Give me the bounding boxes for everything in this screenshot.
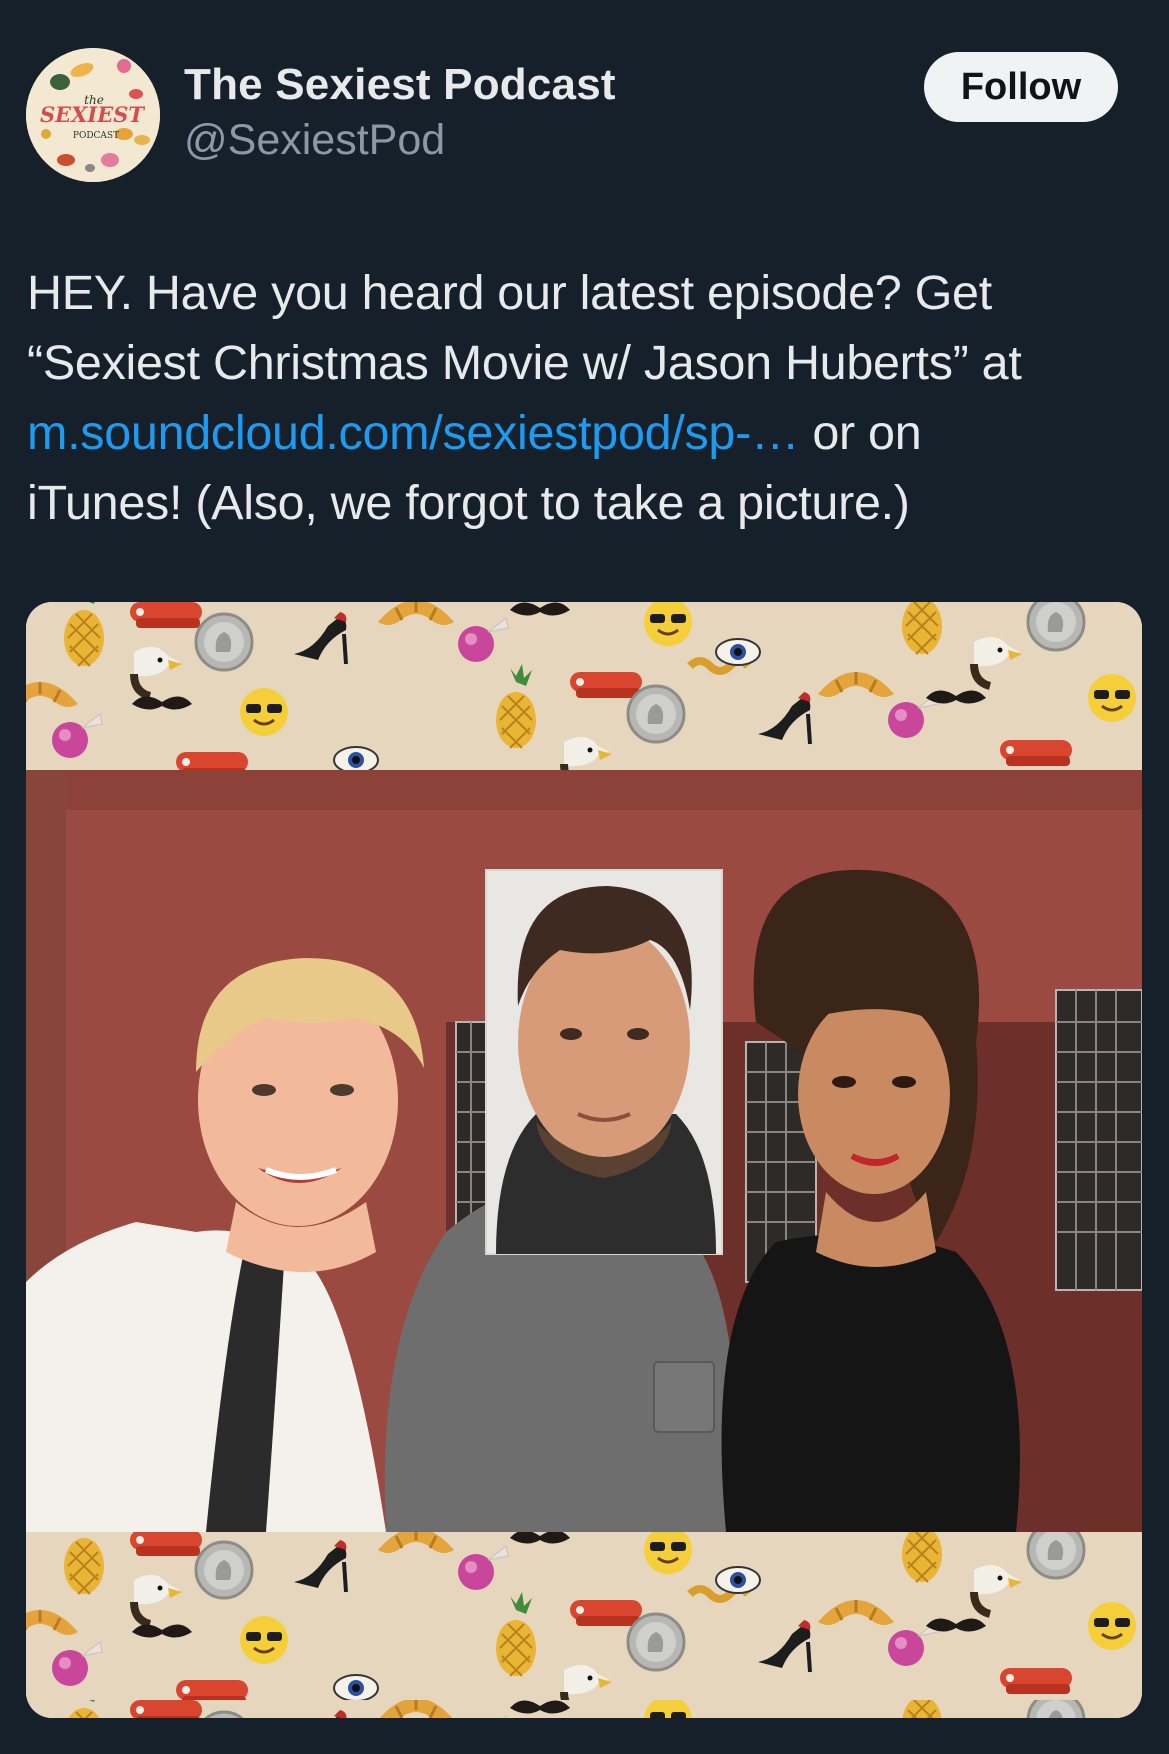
tweet-text: HEY. Have you heard our latest episode? … xyxy=(27,258,1137,538)
account-avatar[interactable]: the SEXIEST PODCAST xyxy=(26,48,160,182)
avatar-podcast-text: PODCAST xyxy=(73,131,119,141)
tweet-card: the SEXIEST PODCAST The Sexiest Podcast … xyxy=(0,0,1169,1754)
display-name[interactable]: The Sexiest Podcast xyxy=(184,60,616,110)
tweet-text-or-on: or on xyxy=(799,406,922,460)
account-handle[interactable]: @SexiestPod xyxy=(184,116,445,165)
tweet-media-image[interactable] xyxy=(26,602,1142,1718)
follow-button[interactable]: Follow xyxy=(924,52,1118,122)
tweet-text-line-2: “Sexiest Christmas Movie w/ Jason Hubert… xyxy=(27,336,1022,390)
tweet-text-line-4: iTunes! (Also, we forgot to take a pictu… xyxy=(27,476,910,530)
tweet-text-line-3: m.soundcloud.com/sexiestpod/sp-… or on xyxy=(27,398,1137,468)
emoji-pattern-top xyxy=(26,602,1142,772)
group-photo xyxy=(26,770,1142,1532)
tweet-text-line-1: HEY. Have you heard our latest episode? … xyxy=(27,266,992,320)
emoji-pattern-bottom xyxy=(26,1530,1142,1718)
soundcloud-link[interactable]: m.soundcloud.com/sexiestpod/sp-… xyxy=(27,406,799,460)
avatar-sexiest-text: SEXIEST xyxy=(40,102,145,127)
